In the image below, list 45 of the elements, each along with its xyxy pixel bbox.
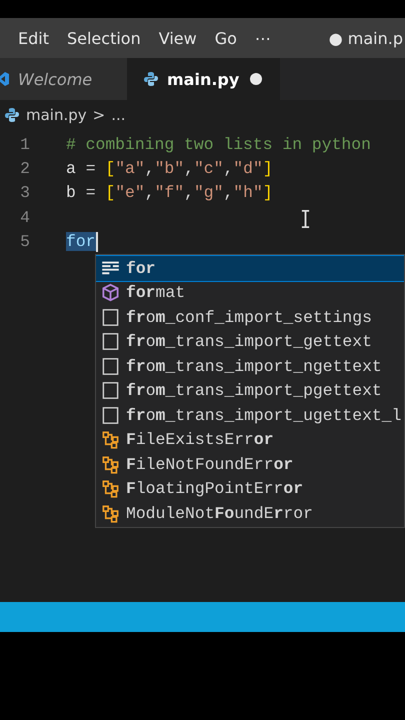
snippet-icon bbox=[101, 406, 120, 425]
suggestion-item[interactable]: from_trans_import_gettext bbox=[96, 330, 404, 354]
editor-tab[interactable]: main.py bbox=[127, 58, 280, 100]
editor-tab[interactable]: Welcome bbox=[0, 58, 127, 100]
suggestion-item[interactable]: FileNotFoundError bbox=[96, 452, 404, 476]
class-icon bbox=[101, 504, 120, 523]
class-icon bbox=[101, 454, 120, 474]
snippet-icon bbox=[101, 381, 120, 400]
class-icon bbox=[101, 430, 120, 450]
breadcrumb-item[interactable]: main.py bbox=[26, 106, 87, 124]
menu-item[interactable]: Edit bbox=[18, 28, 49, 48]
class-icon bbox=[101, 479, 120, 498]
menu-item[interactable]: Go bbox=[214, 28, 237, 48]
breadcrumb-item[interactable]: ... bbox=[111, 106, 126, 124]
suggestion-item[interactable]: format bbox=[96, 280, 404, 305]
line-number: 4 bbox=[19, 208, 30, 227]
code-line: b = ["e","f","g","h"] bbox=[66, 183, 273, 202]
suggestion-item[interactable]: from_trans_import_pgettext bbox=[96, 378, 404, 403]
python-icon bbox=[4, 107, 20, 123]
breadcrumb-separator: > bbox=[92, 106, 106, 124]
window-title: ● main.p bbox=[328, 28, 403, 48]
menu-item[interactable]: ⋯ bbox=[254, 28, 271, 48]
suggestion-item[interactable]: from_conf_import_settings bbox=[96, 305, 404, 330]
snippet-icon bbox=[101, 308, 120, 327]
code-line: a = ["a","b","c","d"] bbox=[66, 159, 273, 178]
snippet-icon bbox=[101, 356, 120, 376]
tab-label: main.py bbox=[167, 70, 240, 88]
code-line: # combining two lists in python bbox=[66, 134, 371, 154]
i-beam-cursor-icon bbox=[301, 210, 310, 228]
python-icon bbox=[143, 71, 159, 87]
menu-item[interactable]: View bbox=[158, 28, 197, 48]
line-number: 5 bbox=[19, 232, 30, 252]
suggestion-item[interactable]: from_trans_import_ngettext bbox=[96, 354, 404, 378]
tab-label: Welcome bbox=[18, 70, 92, 88]
line-number: 3 bbox=[19, 183, 30, 202]
suggestion-item[interactable]: ModuleNotFoundError bbox=[96, 501, 404, 526]
line-number: 1 bbox=[19, 134, 30, 154]
suggestion-item[interactable]: FileExistsError bbox=[96, 428, 404, 452]
suggestion-item[interactable]: for bbox=[96, 256, 404, 280]
suggestion-item[interactable]: FloatingPointError bbox=[96, 476, 404, 501]
suggestion-item[interactable]: from_trans_import_ugettext_l bbox=[96, 403, 404, 428]
line-number: 2 bbox=[19, 159, 30, 178]
snippet-icon bbox=[101, 332, 120, 352]
cube-icon bbox=[101, 283, 120, 302]
menu-item[interactable]: Selection bbox=[66, 28, 141, 48]
